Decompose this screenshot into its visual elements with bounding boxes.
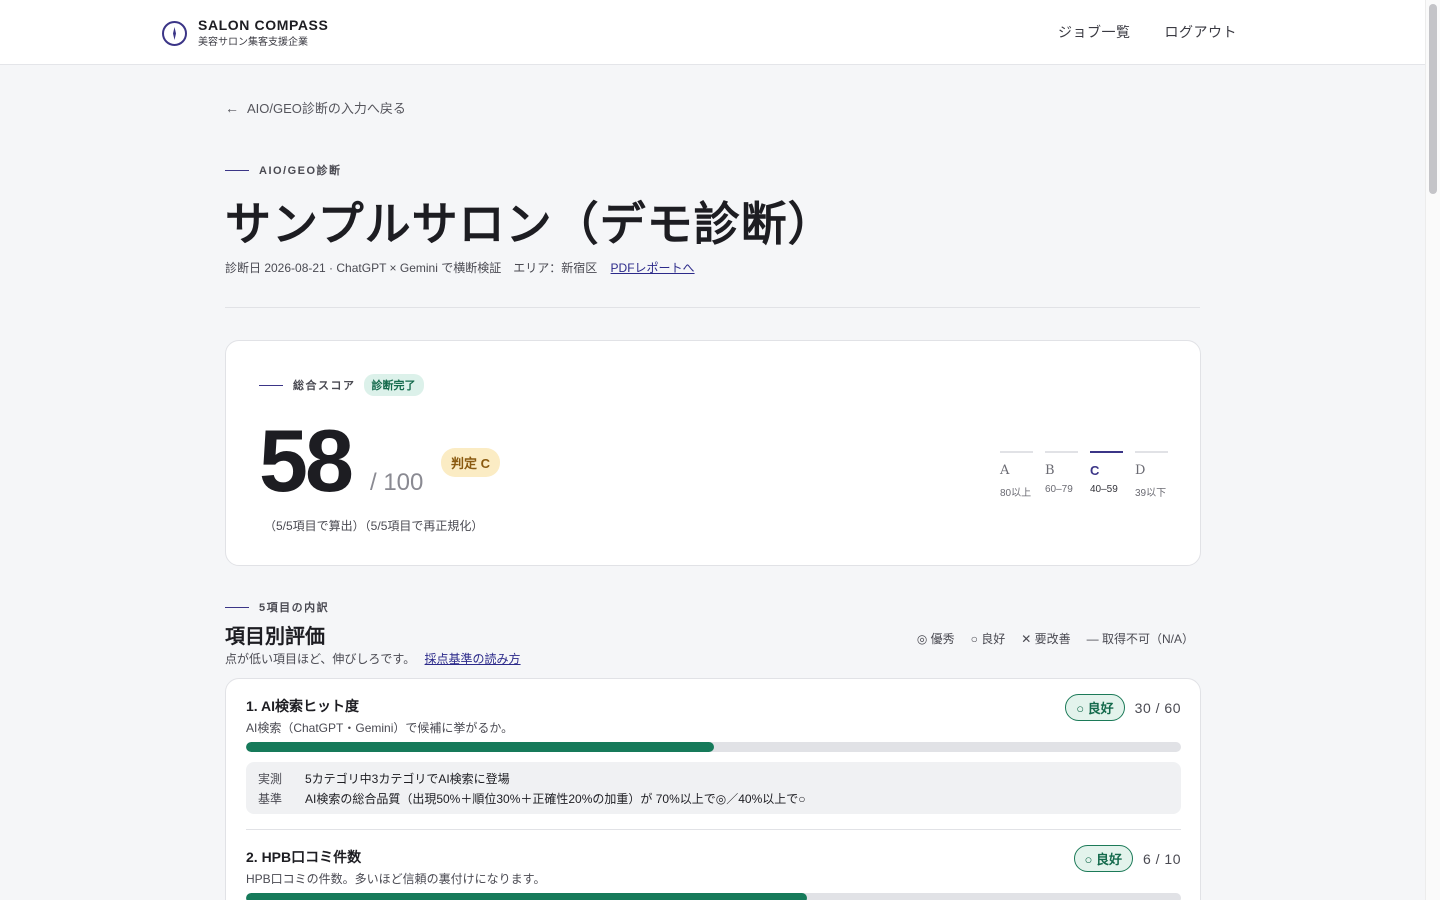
criteria-value: AI検索の総合品質（出現50%＋順位30%＋正確性20%の加重）が 70%以上で… xyxy=(305,792,806,806)
criteria-label: 基準 xyxy=(258,792,283,806)
eyebrow-rule xyxy=(259,384,283,386)
status-badge: 診断完了 xyxy=(363,374,424,396)
item-divider xyxy=(246,829,1181,830)
brand-subtitle: 美容サロン集客支援企業 xyxy=(198,37,308,48)
eyebrow-rule xyxy=(225,169,249,171)
scrollbar-thumb[interactable] xyxy=(1429,4,1437,194)
items-card: 1. AI検索ヒット度 AI検索（ChatGPT・Gemini）で候補に挙がるか… xyxy=(225,678,1201,900)
breakdown-title: 項目別評価 xyxy=(225,626,325,648)
score-eyebrow-label: 総合スコア xyxy=(293,380,356,392)
item-title: 1. AI検索ヒット度 xyxy=(246,698,360,714)
rating-badge: ○ 良好 xyxy=(1073,845,1133,872)
legend-excellent: ◎ 優秀 xyxy=(916,632,955,646)
legend-needs-improvement: ✕ 要改善 xyxy=(1021,632,1071,646)
rating-badge: ○ 良好 xyxy=(1065,694,1125,721)
breakdown-eyebrow: 5項目の内訳 xyxy=(225,599,329,615)
score-note: （5/5項目で算出）（5/5項目で再正規化） xyxy=(264,519,484,533)
grade-scale-bar xyxy=(1000,451,1033,453)
nav-logout[interactable]: ログアウト xyxy=(1165,22,1238,42)
grade-scale-b: B 60–79 xyxy=(1045,451,1078,499)
progress-bar xyxy=(246,742,1181,752)
brand-name: SALON COMPASS xyxy=(198,17,329,33)
main-nav: ジョブ一覧 ログアウト xyxy=(1058,22,1237,42)
diagnosis-meta: 診断日 2026-08-21 · ChatGPT × Gemini で横断検証 … xyxy=(225,261,598,275)
grade-letter: A xyxy=(1000,463,1010,478)
legend-na: — 取得不可（N/A） xyxy=(1086,632,1194,646)
divider xyxy=(225,307,1200,308)
grade-range: 39以下 xyxy=(1135,488,1167,499)
back-link[interactable]: ← AIO/GEO診断の入力へ戻る xyxy=(225,98,406,117)
grade-badge: 判定 C xyxy=(441,448,501,477)
item-title: 2. HPB口コミ件数 xyxy=(246,849,362,865)
item-desc: HPB口コミの件数。多いほど信頼の裏付けになります。 xyxy=(246,872,546,886)
breakdown-desc-text: 点が低い項目ほど、伸びしろです。 xyxy=(225,652,416,666)
grade-scale-bar xyxy=(1090,451,1123,453)
progress-bar xyxy=(246,893,1181,900)
pdf-report-link[interactable]: PDFレポートへ xyxy=(611,261,695,275)
grade-letter: C xyxy=(1090,463,1100,478)
item-detail: 実測 5カテゴリ中3カテゴリでAI検索に登場 基準 AI検索の総合品質（出現50… xyxy=(246,762,1181,814)
breakdown-eyebrow-label: 5項目の内訳 xyxy=(259,602,330,614)
rating-legend: ◎ 優秀 ○ 良好 ✕ 要改善 — 取得不可（N/A） xyxy=(917,630,1194,647)
page-eyebrow: AIO/GEO診断 xyxy=(225,162,342,178)
grade-scale-bar xyxy=(1135,451,1168,453)
item-score: ○ 良好 30 / 60 xyxy=(1065,694,1181,721)
item-points: 30 / 60 xyxy=(1134,699,1181,716)
eyebrow-rule xyxy=(225,606,249,608)
page-meta: 診断日 2026-08-21 · ChatGPT × Gemini で横断検証 … xyxy=(225,259,695,276)
page-eyebrow-label: AIO/GEO診断 xyxy=(259,165,342,177)
grade-range: 40–59 xyxy=(1090,484,1118,495)
nav-job-list[interactable]: ジョブ一覧 xyxy=(1058,22,1131,42)
grade-scale-bar xyxy=(1045,451,1078,453)
back-link-label: AIO/GEO診断の入力へ戻る xyxy=(247,101,406,116)
measured-value: 5カテゴリ中3カテゴリでAI検索に登場 xyxy=(305,772,510,786)
item-points: 6 / 10 xyxy=(1142,850,1181,867)
score-value: 58 xyxy=(259,411,354,510)
progress-fill xyxy=(246,893,807,900)
progress-fill xyxy=(246,742,714,752)
page-title: サンプルサロン（デモ診断） xyxy=(225,198,835,250)
grade-letter: B xyxy=(1045,463,1055,478)
brand[interactable]: SALON COMPASS 美容サロン集客支援企業 xyxy=(162,16,328,50)
grade-letter: D xyxy=(1135,463,1146,478)
criteria-row: 基準 AI検索の総合品質（出現50%＋順位30%＋正確性20%の加重）が 70%… xyxy=(258,790,805,807)
breakdown-desc: 点が低い項目ほど、伸びしろです。 採点基準の読み方 xyxy=(225,650,521,667)
measured-row: 実測 5カテゴリ中3カテゴリでAI検索に登場 xyxy=(258,770,510,787)
score-eyebrow: 総合スコア 診断完了 xyxy=(259,374,424,396)
grade-range: 60–79 xyxy=(1045,484,1073,495)
score-max: / 100 xyxy=(370,469,424,496)
grade-scale-a: A 80以上 xyxy=(1000,451,1033,499)
top-header: SALON COMPASS 美容サロン集客支援企業 ジョブ一覧 ログアウト xyxy=(0,0,1425,65)
compass-icon xyxy=(162,20,187,46)
scoring-guide-link[interactable]: 採点基準の読み方 xyxy=(425,652,521,666)
grade-scale-c: C 40–59 xyxy=(1090,451,1123,499)
total-score-card: 総合スコア 診断完了 58 / 100 判定 C （5/5項目で算出）（5/5項… xyxy=(225,340,1201,566)
item-score: ○ 良好 6 / 10 xyxy=(1073,845,1182,872)
item-desc: AI検索（ChatGPT・Gemini）で候補に挙がるか。 xyxy=(246,721,514,735)
measured-label: 実測 xyxy=(258,772,283,786)
arrow-left-icon: ← xyxy=(225,99,239,116)
grade-scale: A 80以上 B 60–79 C 40–59 D 39以下 xyxy=(1000,451,1168,499)
legend-good: ○ 良好 xyxy=(970,632,1006,646)
grade-range: 80以上 xyxy=(1000,488,1032,499)
grade-scale-d: D 39以下 xyxy=(1135,451,1168,499)
